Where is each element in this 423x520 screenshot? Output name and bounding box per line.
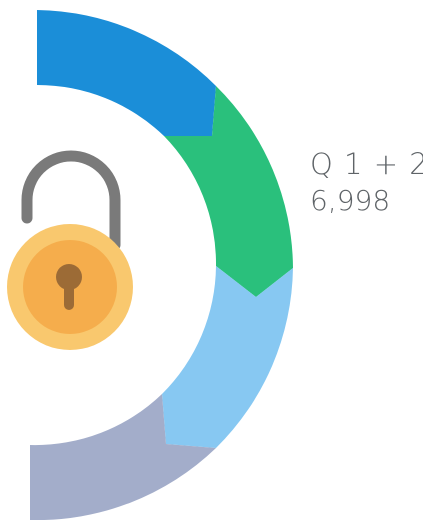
segment-label-title: Q 1 + 2 — [310, 147, 423, 181]
padlock-keyhole-slot — [64, 280, 74, 310]
unlocked-padlock-icon — [7, 150, 133, 350]
half-ring-diagram — [7, 10, 293, 520]
ring-segment-3 — [162, 266, 293, 448]
ring-segment-1 — [37, 10, 216, 136]
segment-label: Q 1 + 2 6,998 — [310, 146, 423, 219]
segment-label-value: 6,998 — [310, 184, 391, 217]
